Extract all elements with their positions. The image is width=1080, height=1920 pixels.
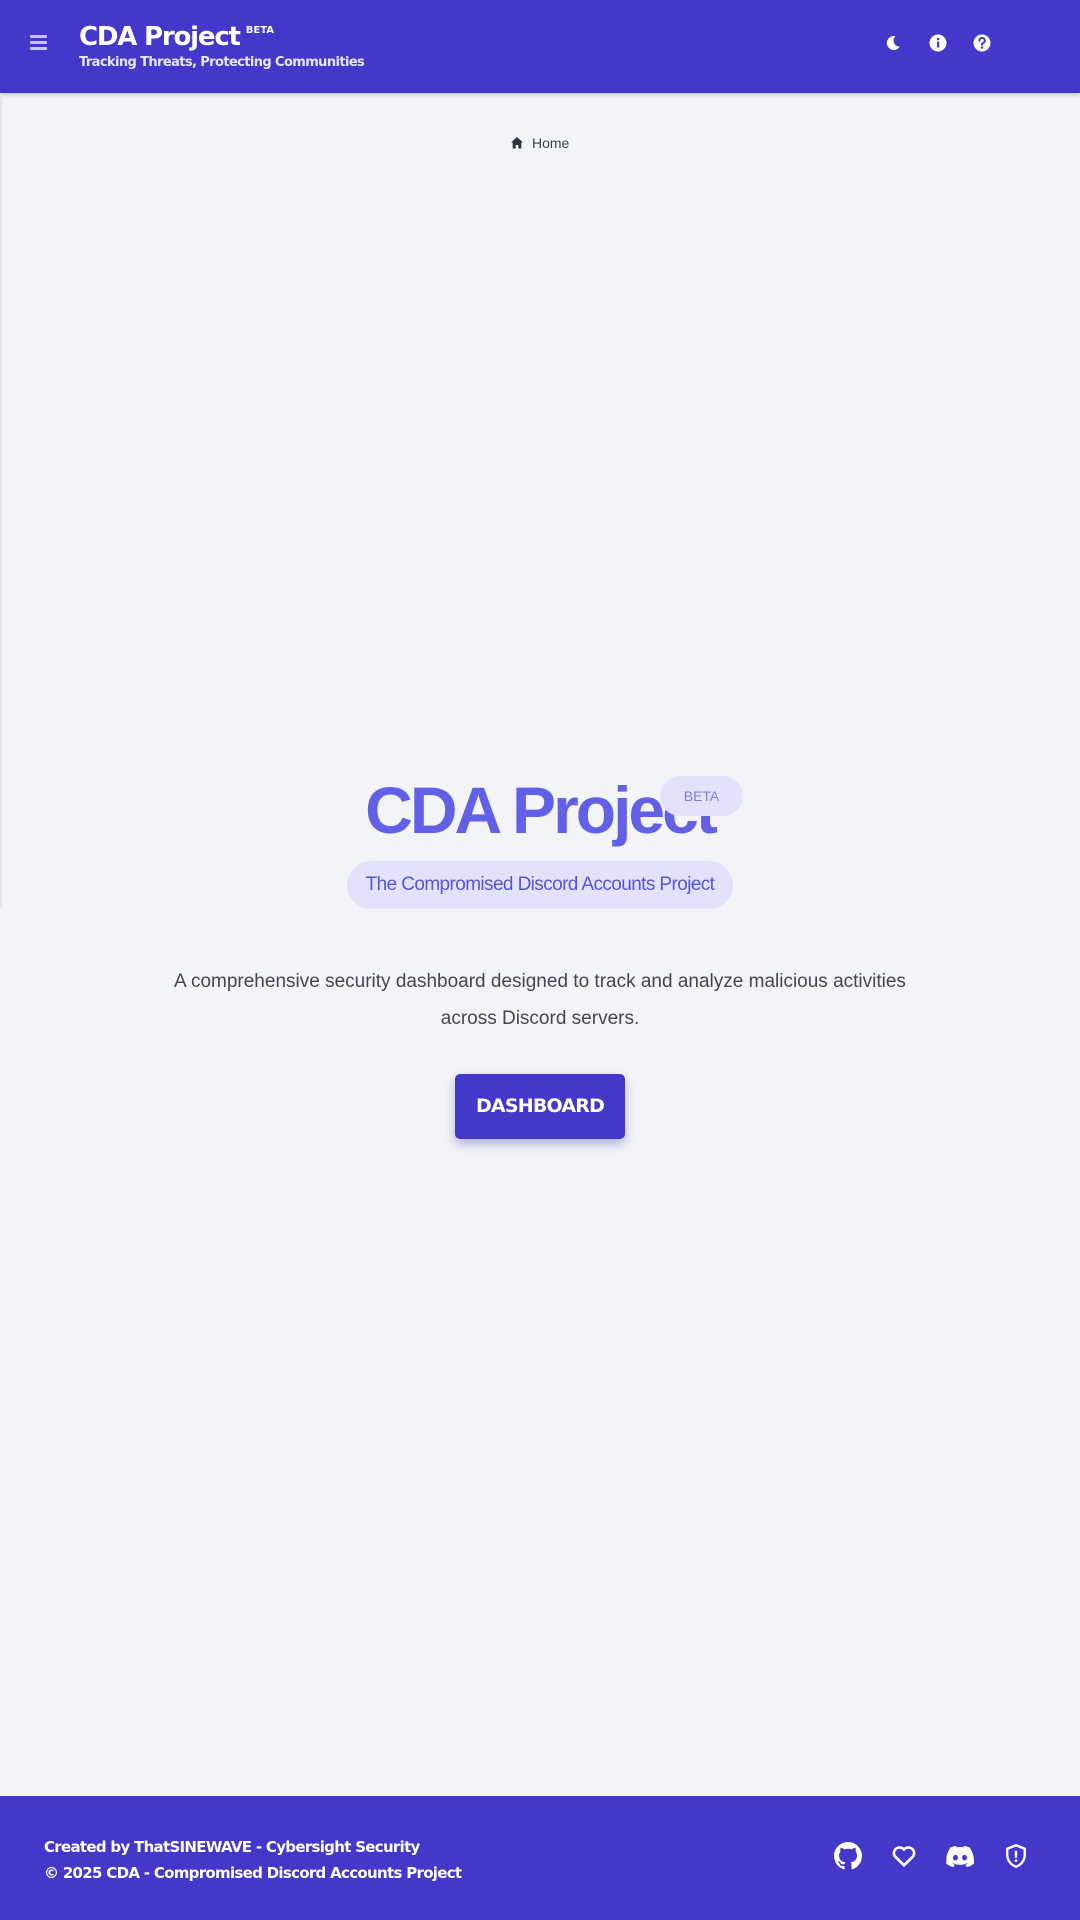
hero-description: A comprehensive security dashboard desig… [140, 963, 940, 1037]
breadcrumb-home-label: Home [532, 135, 570, 151]
brand-title-text: CDA Project [79, 22, 241, 52]
beta-badge: BETA [660, 776, 743, 816]
shield-icon[interactable] [1002, 1842, 1030, 1870]
help-icon[interactable] [972, 33, 992, 53]
hero-subtitle: The Compromised Discord Accounts Project [347, 861, 733, 909]
footer: Created by ThatSINEWAVE - Cybersight Sec… [0, 1796, 1080, 1920]
brand[interactable]: CDA Project BETA Tracking Threats, Protec… [79, 16, 365, 70]
menu-icon[interactable] [28, 32, 52, 56]
hero-title: CDA Project [0, 770, 1080, 850]
hero-description-line-1: A comprehensive security dashboard desig… [174, 971, 906, 992]
top-header: CDA Project BETA Tracking Threats, Protec… [0, 0, 1080, 93]
footer-credit: Created by ThatSINEWAVE - Cybersight Sec… [44, 1838, 420, 1856]
dashboard-button[interactable]: DASHBOARD [455, 1074, 625, 1139]
breadcrumb[interactable]: Home [510, 135, 569, 151]
footer-text: Created by ThatSINEWAVE - Cybersight Sec… [44, 1834, 462, 1886]
hero-description-line-2: across Discord servers. [440, 1008, 640, 1029]
info-icon[interactable] [928, 33, 948, 53]
brand-tagline: Tracking Threats, Protecting Communities [79, 55, 365, 70]
github-icon[interactable] [834, 1842, 862, 1870]
home-icon [511, 137, 523, 149]
brand-beta-badge: BETA [245, 25, 275, 36]
moon-icon[interactable] [883, 33, 903, 53]
heart-icon[interactable] [890, 1842, 918, 1870]
discord-icon[interactable] [946, 1842, 975, 1870]
footer-copyright: © 2025 CDA - Compromised Discord Account… [44, 1864, 462, 1882]
brand-title: CDA Project BETA [79, 16, 364, 52]
hero-title-text: CDA Project [365, 773, 718, 847]
